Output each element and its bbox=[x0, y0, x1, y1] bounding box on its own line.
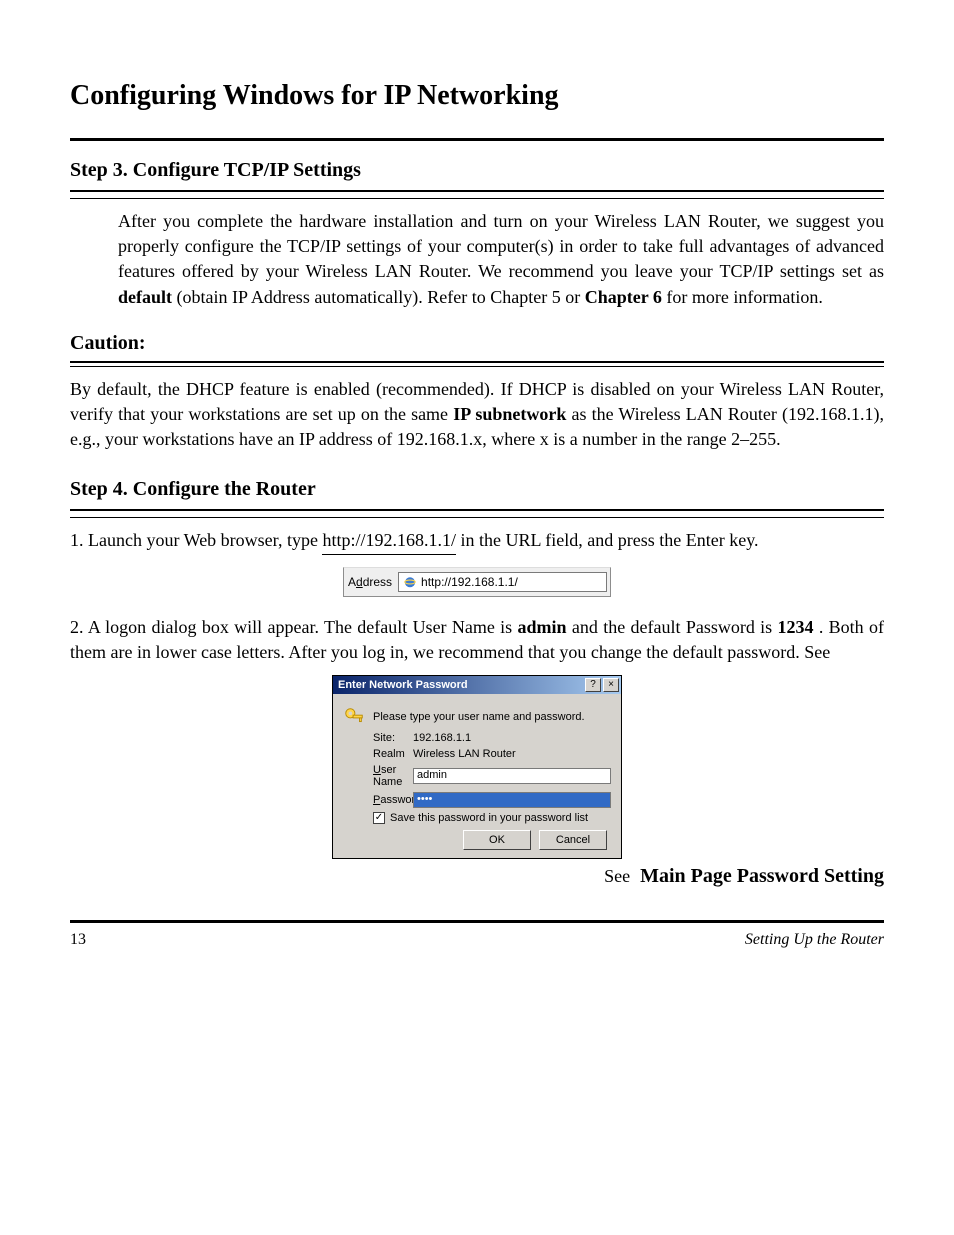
dialog-title: Enter Network Password bbox=[335, 679, 583, 691]
dialog-realm-label: Realm bbox=[343, 748, 413, 760]
footer-rule bbox=[70, 920, 884, 923]
dialog-password-input[interactable]: •••• bbox=[413, 792, 611, 808]
dialog-realm-value: Wireless LAN Router bbox=[413, 748, 516, 760]
dialog-titlebar[interactable]: Enter Network Password ? × bbox=[333, 676, 621, 694]
dialog-save-password[interactable]: ✓ Save this password in your password li… bbox=[373, 812, 611, 824]
address-url-text: http://192.168.1.1/ bbox=[421, 575, 518, 589]
footer-section: Setting Up the Router bbox=[745, 931, 884, 949]
step3-body: After you complete the hardware installa… bbox=[70, 209, 884, 310]
address-input[interactable]: http://192.168.1.1/ bbox=[398, 572, 607, 592]
step3-text-b: (obtain IP Address automatically). Refer… bbox=[177, 287, 585, 307]
caution-body: By default, the DHCP feature is enabled … bbox=[70, 377, 884, 453]
addr-label-ul: d bbox=[356, 575, 363, 589]
step3-rule-2 bbox=[70, 198, 884, 199]
step4-user-default: admin bbox=[518, 617, 567, 637]
step4-rule-2 bbox=[70, 517, 884, 518]
step4-item1: 1. Launch your Web browser, type http://… bbox=[70, 528, 884, 554]
dialog-help-button[interactable]: ? bbox=[585, 678, 601, 692]
footer-page-number: 13 bbox=[70, 931, 86, 949]
dialog-username-input[interactable]: admin bbox=[413, 768, 611, 784]
caution-label: Caution: bbox=[70, 332, 884, 355]
dialog-password-label: Password bbox=[343, 794, 413, 806]
addr-label-pre: A bbox=[348, 575, 356, 589]
step4-url-link[interactable]: http://192.168.1.1/ bbox=[322, 528, 456, 554]
page-title: Configuring Windows for IP Networking bbox=[70, 80, 884, 112]
caption-lead: See bbox=[604, 866, 630, 887]
key-icon bbox=[343, 706, 365, 728]
step4-item1-b: in the URL field, and press the Enter ke… bbox=[460, 530, 758, 550]
slbl-post: ave this password in your password list bbox=[397, 812, 588, 824]
dialog-site-value: 192.168.1.1 bbox=[413, 732, 471, 744]
caution-rule-2 bbox=[70, 366, 884, 367]
step4-pass-default: 1234 bbox=[778, 617, 814, 637]
dialog-close-button[interactable]: × bbox=[603, 678, 619, 692]
dialog-message: Please type your user name and password. bbox=[373, 711, 585, 723]
ie-icon bbox=[403, 575, 417, 589]
step4-item2-b: and the default Password is bbox=[572, 617, 778, 637]
figure-caption-line: See Main Page Password Setting bbox=[70, 865, 884, 888]
addr-label-post: dress bbox=[363, 575, 392, 589]
step3-heading: Step 3. Configure TCP/IP Settings bbox=[70, 159, 884, 182]
dialog-username-label: User Name bbox=[343, 764, 413, 788]
step3-text-c: for more information. bbox=[666, 287, 822, 307]
dialog-save-label: Save this password in your password list bbox=[390, 812, 588, 824]
ulbl-ul: U bbox=[373, 764, 381, 776]
caution-bold: IP subnetwork bbox=[453, 404, 566, 424]
dialog-ok-button[interactable]: OK bbox=[463, 830, 531, 850]
step3-text-a: After you complete the hardware installa… bbox=[118, 211, 884, 281]
title-rule bbox=[70, 138, 884, 141]
dialog-site-label: Site: bbox=[343, 732, 413, 744]
step4-item2: 2. A logon dialog box will appear. The d… bbox=[70, 615, 884, 665]
password-dialog: Enter Network Password ? × Please type y… bbox=[332, 675, 622, 859]
step4-item2-a: 2. A logon dialog box will appear. The d… bbox=[70, 617, 518, 637]
step4-item1-a: 1. Launch your Web browser, type bbox=[70, 530, 322, 550]
step4-heading: Step 4. Configure the Router bbox=[70, 478, 884, 501]
address-bar-figure: Address http://192.168.1.1/ bbox=[343, 567, 611, 597]
address-bar-label: Address bbox=[344, 575, 398, 589]
dialog-cancel-button[interactable]: Cancel bbox=[539, 830, 607, 850]
checkbox-icon: ✓ bbox=[373, 812, 385, 824]
caption-text: Main Page Password Setting bbox=[640, 865, 884, 888]
step3-ch6: Chapter 6 bbox=[585, 287, 662, 307]
step3-default: default bbox=[118, 287, 172, 307]
